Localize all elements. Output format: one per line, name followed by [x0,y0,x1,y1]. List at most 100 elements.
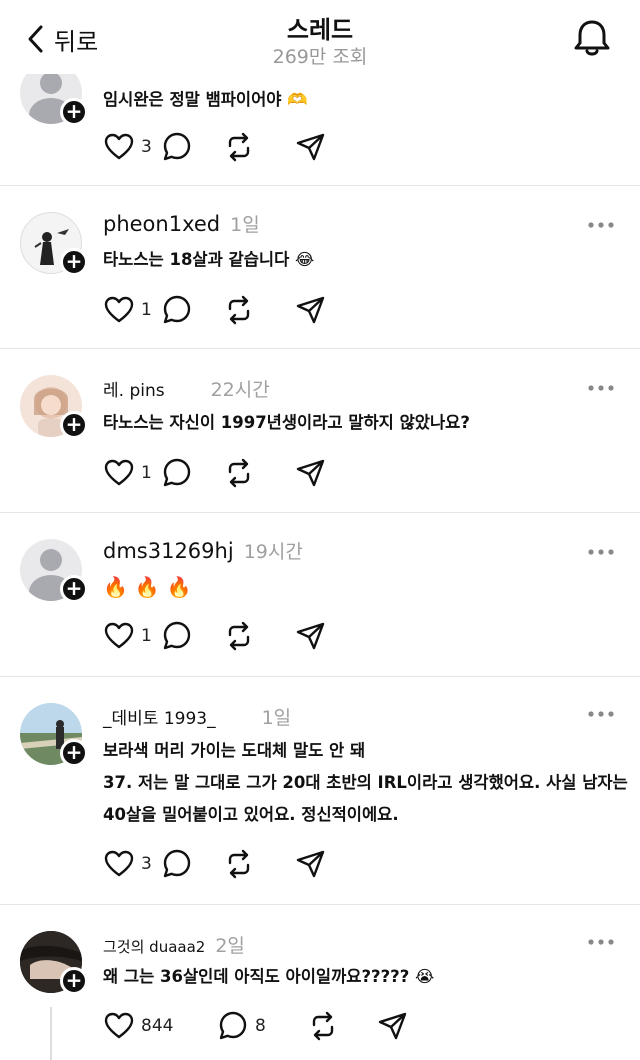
timestamp: 1일 [261,707,292,729]
post-item: + 그것의 duaaa2 2일 왜 그는 36살인데 아직도 아이일까요????… [0,905,640,1060]
comment-button[interactable]: 8 [217,1010,307,1042]
repost-button[interactable] [223,457,295,489]
like-count: 1 [141,626,152,646]
timestamp: 19시간 [243,541,303,563]
post-header: 그것의 duaaa2 2일 [103,931,245,958]
post-item: + 레. pins 22시간 타노스는 자신이 1997년생이라고 말하지 않았… [0,349,640,513]
repost-button[interactable] [307,1010,377,1042]
post-header: pheon1xed 1일 [103,210,260,237]
comment-icon [163,458,191,487]
more-icon[interactable] [586,937,616,947]
thread-line [50,1007,52,1060]
repost-button[interactable] [223,294,295,326]
post-text-line: 37. 저는 말 그대로 그가 20대 초반의 IRL이라고 생각했어요. 사실… [103,773,628,792]
post-item: + dms31269hj 19시간 🔥 🔥 🔥 1 [0,513,640,677]
share-button[interactable] [295,294,327,326]
heart-icon [104,459,134,486]
post-item: + pheon1xed 1일 타노스는 18살과 같습니다 😂 1 [0,186,640,349]
share-button[interactable] [295,848,327,880]
comment-icon [219,1011,247,1040]
comment-icon [163,621,191,650]
share-button[interactable] [295,620,327,652]
like-button[interactable]: 1 [103,457,161,489]
repost-icon [228,132,250,162]
post-text: 임시완은 정말 뱀파이어야 🫶 [103,90,308,109]
like-count: 1 [141,463,152,483]
post-item: + _데비토 1993_ 1일 보라색 머리 가이는 도대체 말도 안 돼 37… [0,677,640,905]
like-count: 3 [141,137,152,157]
page-title: 스레드 [286,16,354,44]
comment-button[interactable] [161,131,221,163]
like-button[interactable]: 1 [103,620,161,652]
comment-count: 8 [255,1016,266,1036]
share-button[interactable] [377,1010,409,1042]
post-actions: 844 8 [103,1009,409,1043]
post-text: 🔥 🔥 🔥 [103,575,192,599]
username[interactable]: _데비토 1993_ [103,704,216,729]
timestamp: 2일 [215,935,245,957]
follow-plus-icon[interactable]: + [60,411,88,439]
repost-icon [228,621,250,651]
avatar[interactable]: + [20,375,88,439]
send-icon [296,296,325,324]
comment-icon [163,132,191,161]
post-actions: 1 [103,619,327,653]
like-button[interactable]: 3 [103,848,161,880]
comment-button[interactable] [161,294,221,326]
follow-plus-icon[interactable]: + [60,967,88,995]
avatar[interactable]: + [20,212,88,276]
more-icon[interactable] [586,383,616,393]
post-header: dms31269hj 19시간 [103,537,303,564]
repost-icon [228,295,250,325]
send-icon [296,850,325,878]
comment-icon [163,849,191,878]
post-text: 타노스는 자신이 1997년생이라고 말하지 않았나요? [103,413,470,432]
top-bar: 뒤로 스레드 269만 조회 [0,0,640,74]
follow-plus-icon[interactable]: + [60,248,88,276]
repost-icon [228,458,250,488]
username[interactable]: 레. pins [103,376,165,401]
heart-icon [104,133,134,160]
post-header: 레. pins 22시간 [103,375,270,402]
send-icon [296,459,325,487]
like-button[interactable]: 844 [103,1010,217,1042]
comment-button[interactable] [161,457,221,489]
share-button[interactable] [295,457,327,489]
send-icon [378,1012,407,1040]
heart-icon [104,850,134,877]
more-icon[interactable] [586,709,616,719]
share-button[interactable] [295,131,327,163]
avatar[interactable]: + [20,703,88,767]
timestamp: 22시간 [210,379,270,401]
like-button[interactable]: 3 [103,131,161,163]
like-count: 844 [141,1016,174,1036]
username[interactable]: dms31269hj [103,539,234,563]
post-text-line: 40살을 밀어붙이고 있어요. 정신적이에요. [103,805,399,824]
more-icon[interactable] [586,220,616,230]
heart-icon [104,1012,134,1039]
repost-icon [228,849,250,879]
post-text: 타노스는 18살과 같습니다 😂 [103,250,315,269]
follow-plus-icon[interactable]: + [60,98,88,126]
username[interactable]: pheon1xed [103,212,220,236]
repost-button[interactable] [223,620,295,652]
repost-button[interactable] [223,131,295,163]
comment-button[interactable] [161,620,221,652]
send-icon [296,622,325,650]
repost-icon [312,1011,334,1041]
more-icon[interactable] [586,547,616,557]
post-actions: 3 [103,847,327,881]
avatar[interactable]: + [20,539,88,603]
like-count: 1 [141,300,152,320]
like-button[interactable]: 1 [103,294,161,326]
post-text: 왜 그는 36살인데 아직도 아이일까요????? 😭 [103,967,435,986]
bell-icon[interactable] [570,16,614,60]
follow-plus-icon[interactable]: + [60,739,88,767]
comment-button[interactable] [161,848,221,880]
follow-plus-icon[interactable]: + [60,575,88,603]
avatar[interactable]: + [20,931,88,995]
username[interactable]: 그것의 duaaa2 [103,936,205,957]
heart-icon [104,622,134,649]
repost-button[interactable] [223,848,295,880]
like-count: 3 [141,854,152,874]
